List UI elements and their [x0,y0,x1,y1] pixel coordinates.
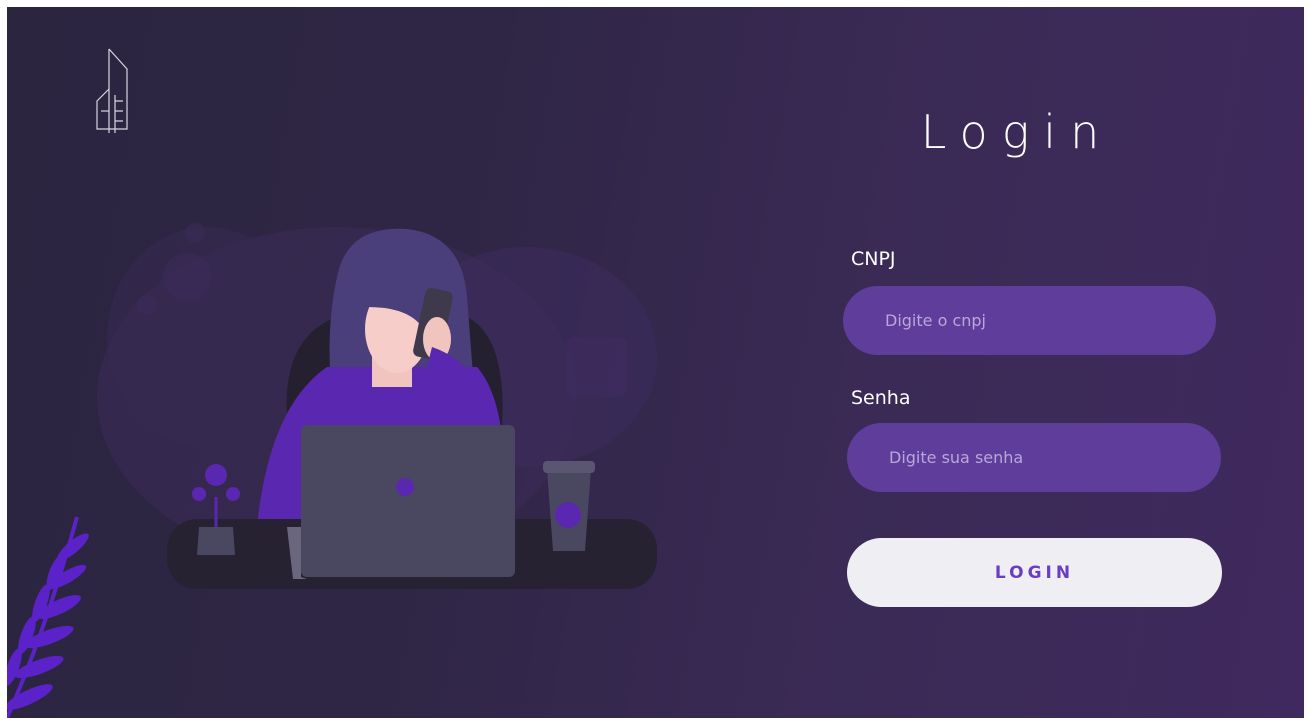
woman-on-phone-illustration [7,223,657,718]
login-button[interactable]: LOGIN [847,538,1222,607]
password-input[interactable] [847,423,1221,492]
leaf-branch-icon [7,516,89,718]
cnpj-label: CNPJ [851,248,896,270]
login-title: Login [920,105,1114,159]
password-label: Senha [851,387,911,409]
login-page: Login CNPJ Senha LOGIN [7,7,1304,718]
cnpj-input[interactable] [843,286,1216,355]
